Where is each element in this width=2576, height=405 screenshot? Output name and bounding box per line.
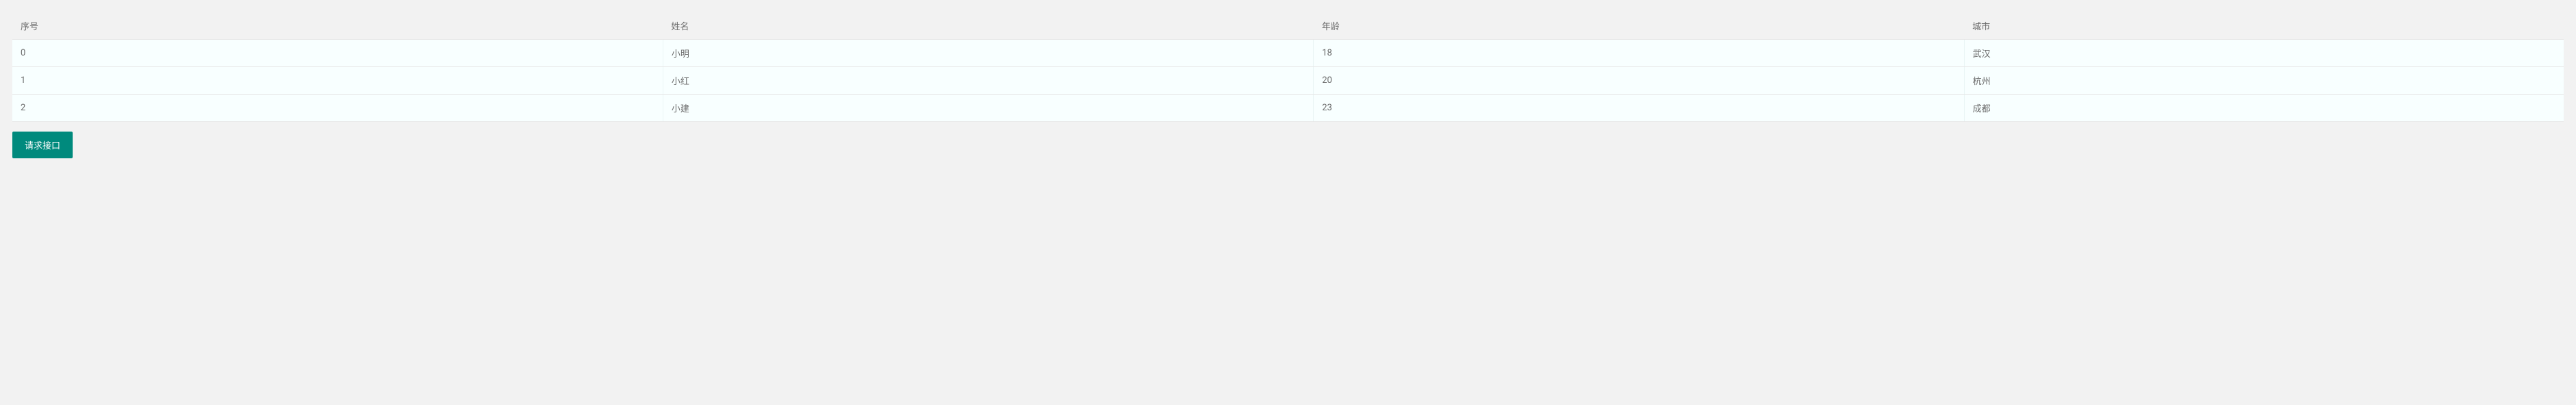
cell-city: 武汉	[1964, 40, 2564, 67]
table-row: 1 小红 20 杭州	[12, 67, 2564, 95]
request-button[interactable]: 请求接口	[12, 132, 73, 158]
header-name: 姓名	[663, 12, 1313, 40]
cell-age: 23	[1314, 95, 1964, 122]
cell-age: 20	[1314, 67, 1964, 95]
table-row: 2 小建 23 成都	[12, 95, 2564, 122]
table-header-row: 序号 姓名 年龄 城市	[12, 12, 2564, 40]
cell-index: 2	[12, 95, 663, 122]
header-age: 年龄	[1314, 12, 1964, 40]
header-city: 城市	[1964, 12, 2564, 40]
cell-city: 成都	[1964, 95, 2564, 122]
cell-index: 1	[12, 67, 663, 95]
cell-index: 0	[12, 40, 663, 67]
header-index: 序号	[12, 12, 663, 40]
cell-city: 杭州	[1964, 67, 2564, 95]
cell-name: 小建	[663, 95, 1313, 122]
cell-name: 小明	[663, 40, 1313, 67]
data-table-container: 序号 姓名 年龄 城市 0 小明 18 武汉 1 小红 20 杭州 2 小建	[12, 12, 2564, 122]
cell-name: 小红	[663, 67, 1313, 95]
table-row: 0 小明 18 武汉	[12, 40, 2564, 67]
data-table: 序号 姓名 年龄 城市 0 小明 18 武汉 1 小红 20 杭州 2 小建	[12, 12, 2564, 122]
cell-age: 18	[1314, 40, 1964, 67]
